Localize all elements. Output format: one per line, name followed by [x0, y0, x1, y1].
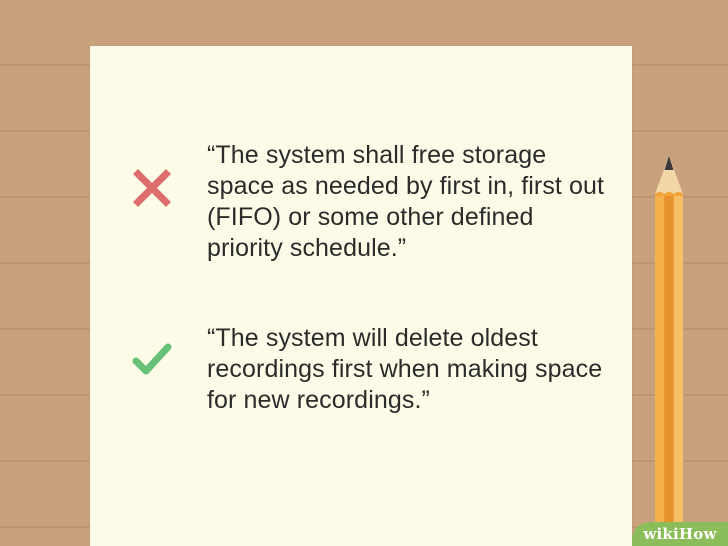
checkmark-icon: [132, 343, 172, 375]
cross-icon: [133, 169, 171, 207]
watermark-logo: wikiHow: [643, 525, 716, 543]
bad-example-text: “The system shall free storage space as …: [207, 141, 605, 262]
watermark-how: How: [678, 525, 717, 543]
pencil-icon: [655, 156, 683, 546]
good-example-text: “The system will delete oldest recording…: [207, 324, 603, 414]
paper-sheet: “The system shall free storage space as …: [90, 46, 632, 546]
watermark-wiki: wiki: [643, 525, 679, 543]
wikihow-watermark: wikiHow: [632, 522, 728, 546]
